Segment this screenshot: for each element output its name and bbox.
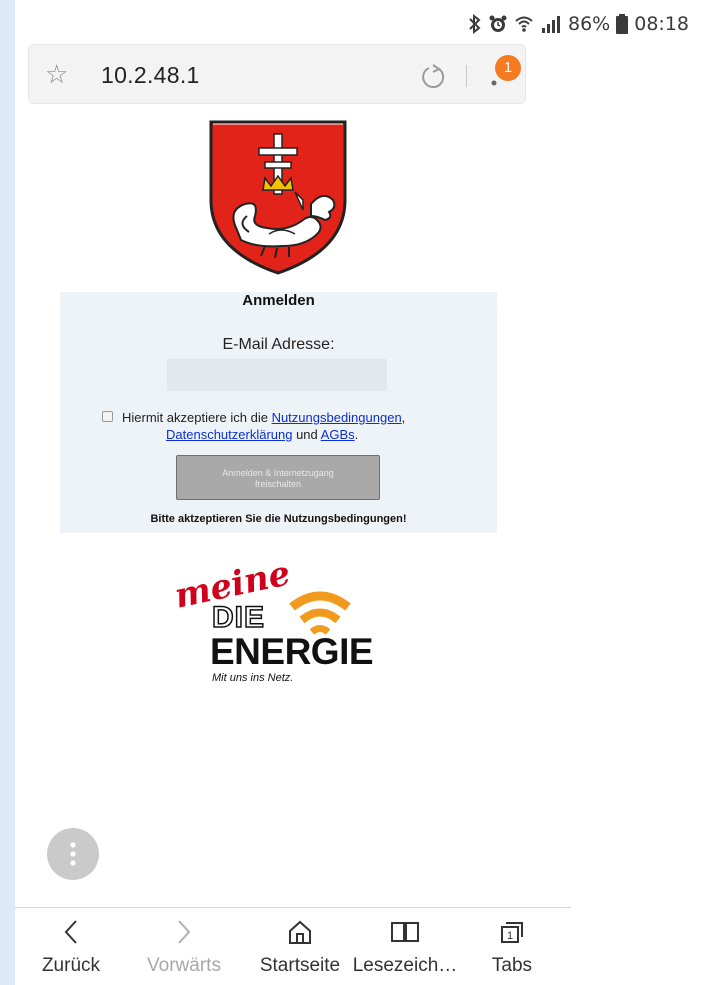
brand-die: DIE [211, 600, 266, 635]
nav-bookmarks[interactable]: Lesezeich… [345, 908, 465, 985]
brand-tagline: Mit uns ins Netz. [212, 672, 294, 684]
municipal-crest-logo [209, 120, 347, 275]
email-label: E-Mail Adresse: [222, 336, 335, 353]
period: . [354, 427, 359, 442]
and-text: und [292, 427, 321, 442]
nav-forward[interactable]: Vorwärts [129, 908, 239, 985]
bookmark-star-icon[interactable]: ☆ [45, 61, 68, 87]
terms-checkbox[interactable] [102, 411, 113, 422]
address-bar[interactable]: ☆ 10.2.48.1 1 [28, 44, 526, 104]
url-text[interactable]: 10.2.48.1 [101, 62, 200, 89]
bookmarks-icon [391, 922, 419, 942]
battery-percent: 86% [568, 13, 611, 35]
terms-prefix: Hiermit akzeptiere ich die [122, 410, 272, 425]
submit-label-line-1: Anmelden & Internetzugang [222, 468, 334, 478]
brand-logo: meine DIE ENERGIE Mit uns ins Netz. [170, 553, 400, 690]
status-bar: 86% 08:18 [468, 12, 689, 36]
home-icon [289, 920, 311, 944]
nav-home-label: Startseite [259, 955, 341, 976]
forward-icon [178, 920, 191, 944]
tabs-icon: 1 [501, 922, 523, 943]
alarm-icon [489, 15, 507, 32]
nav-home[interactable]: Startseite [245, 908, 355, 985]
bluetooth-icon [469, 14, 481, 34]
privacy-link[interactable]: Datenschutzerklärung [166, 427, 292, 442]
login-title: Anmelden [242, 292, 315, 309]
signal-icon [542, 16, 560, 33]
login-submit-button[interactable]: Anmelden & Internetzugang freischalten [176, 455, 380, 500]
nav-tabs-label: Tabs [491, 955, 533, 976]
terms-line-1: Hiermit akzeptiere ich die Nutzungsbedin… [122, 410, 405, 426]
divider [466, 65, 467, 87]
terms-line-2: Datenschutzerklärung und AGBs. [166, 427, 358, 443]
nav-back-label: Zurück [41, 955, 101, 976]
clock: 08:18 [634, 13, 689, 35]
bottom-navigation: Zurück Vorwärts Startseite Lesezeich… 1 … [15, 907, 571, 985]
quick-menu-button[interactable] [47, 828, 99, 880]
brand-energie: ENERGIE [210, 631, 374, 672]
battery-icon [616, 14, 629, 34]
wifi-icon [515, 16, 533, 32]
back-icon [64, 920, 77, 944]
terms-warning: Bitte aktzeptieren Sie die Nutzungsbedin… [150, 513, 407, 525]
nav-forward-label: Vorwärts [147, 955, 221, 976]
terms-comma: , [401, 410, 406, 425]
nav-back[interactable]: Zurück [21, 908, 121, 985]
submit-label-line-2: freischalten [254, 479, 302, 489]
reload-icon[interactable] [419, 63, 447, 91]
vertical-dots-icon [70, 842, 76, 866]
terms-link[interactable]: Nutzungsbedingungen [272, 410, 402, 425]
nav-tabs[interactable]: 1 Tabs [467, 908, 557, 985]
nav-bookmarks-label: Lesezeich… [352, 955, 458, 976]
notification-badge[interactable]: 1 [495, 55, 521, 81]
agb-link[interactable]: AGBs [321, 427, 355, 442]
login-panel: Anmelden E-Mail Adresse: Hiermit akzepti… [60, 292, 497, 533]
email-input[interactable] [167, 359, 387, 391]
tabs-count: 1 [507, 930, 513, 942]
